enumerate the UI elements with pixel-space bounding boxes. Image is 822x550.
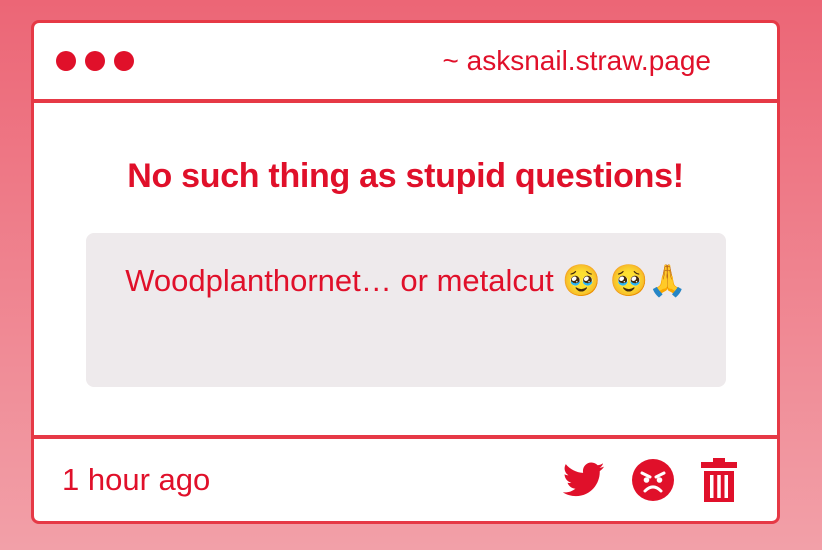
question-text: Woodplanthornet… or metalcut 🥹 🥹🙏: [125, 263, 687, 298]
window-titlebar: ~ asksnail.straw.page: [34, 23, 777, 103]
report-button[interactable]: [631, 458, 675, 502]
share-twitter-button[interactable]: [563, 462, 605, 498]
angry-face-icon: [632, 459, 674, 501]
window-dot: [85, 51, 105, 71]
twitter-bird-icon: [563, 462, 605, 497]
page-url[interactable]: ~ asksnail.straw.page: [443, 45, 712, 77]
timestamp: 1 hour ago: [62, 462, 211, 497]
action-bar: [563, 458, 737, 502]
window-dots: [56, 51, 134, 71]
card-footer: 1 hour ago: [34, 435, 777, 521]
window-dot: [114, 51, 134, 71]
delete-button[interactable]: [701, 458, 737, 502]
question-card: ~ asksnail.straw.page No such thing as s…: [31, 20, 780, 524]
trash-icon: [701, 458, 737, 502]
card-content: No such thing as stupid questions! Woodp…: [34, 103, 777, 436]
window-dot: [56, 51, 76, 71]
page-title: No such thing as stupid questions!: [127, 157, 684, 195]
question-box: Woodplanthornet… or metalcut 🥹 🥹🙏: [86, 233, 726, 387]
